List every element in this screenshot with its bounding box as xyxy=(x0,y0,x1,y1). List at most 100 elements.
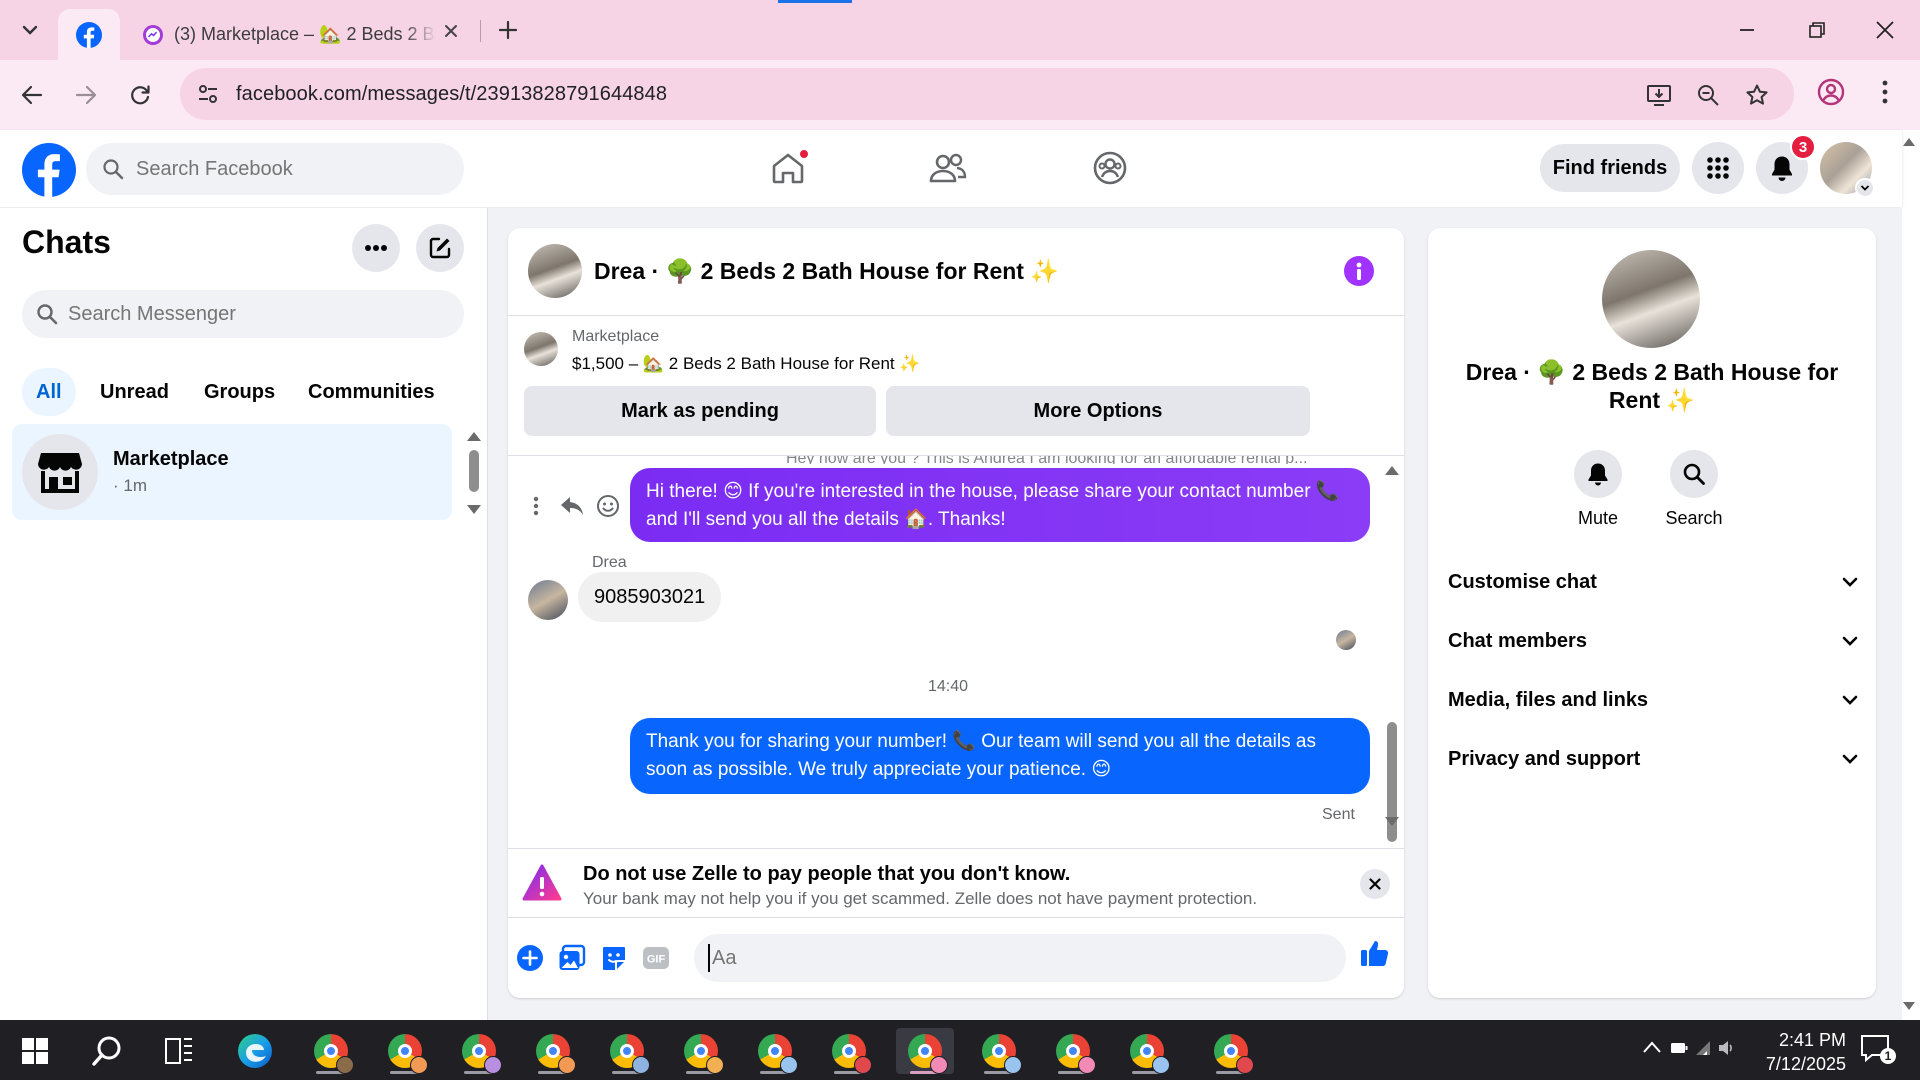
details-title: Drea · 🌳 2 Beds 2 Bath House for Rent ✨ xyxy=(1465,359,1839,413)
tab-close-button[interactable] xyxy=(440,20,462,42)
new-message-button[interactable] xyxy=(416,224,464,272)
more-actions-button[interactable] xyxy=(514,942,546,974)
zoom-button[interactable] xyxy=(1693,80,1723,110)
page-scroll-up-icon[interactable] xyxy=(1902,136,1916,148)
search-in-chat-button[interactable] xyxy=(1670,450,1718,498)
warning-close-button[interactable] xyxy=(1360,869,1390,899)
tray-clock-time[interactable]: 2:41 PM xyxy=(1756,1030,1846,1051)
start-button[interactable] xyxy=(6,1028,64,1074)
taskbar-chrome[interactable] xyxy=(1118,1028,1176,1074)
browser-menu-button[interactable] xyxy=(1870,77,1900,107)
new-tab-button[interactable] xyxy=(490,12,526,48)
section-chat-members[interactable]: Chat members xyxy=(1448,617,1858,665)
taskbar-chrome[interactable] xyxy=(450,1028,508,1074)
message-reply-button[interactable] xyxy=(554,488,590,524)
outgoing-message-bubble[interactable]: Hi there! 😊 If you're interested in the … xyxy=(630,468,1370,542)
taskbar-search-button[interactable] xyxy=(78,1028,136,1074)
conversation-title[interactable]: Drea · 🌳 2 Beds 2 Bath House for Rent ✨ xyxy=(594,258,1059,285)
taskbar-chrome[interactable] xyxy=(598,1028,656,1074)
tray-volume[interactable] xyxy=(1718,1040,1736,1056)
menu-button[interactable] xyxy=(1692,142,1744,194)
taskbar-chrome[interactable] xyxy=(1044,1028,1102,1074)
taskbar-edge[interactable] xyxy=(226,1028,284,1074)
filter-tab-all[interactable]: All xyxy=(22,368,76,416)
chats-options-button[interactable] xyxy=(352,224,400,272)
taskbar-chrome[interactable] xyxy=(970,1028,1028,1074)
taskbar-chrome[interactable] xyxy=(302,1028,360,1074)
facebook-search-input[interactable] xyxy=(136,157,436,181)
bookmark-button[interactable] xyxy=(1742,80,1772,110)
section-customise-chat[interactable]: Customise chat xyxy=(1448,558,1858,606)
incoming-message-bubble[interactable]: 9085903021 xyxy=(578,572,722,622)
minimize-button[interactable] xyxy=(1724,10,1770,50)
task-view-button[interactable] xyxy=(150,1028,208,1074)
page-scroll-down-icon[interactable] xyxy=(1902,1000,1916,1012)
taskbar-chrome[interactable] xyxy=(820,1028,878,1074)
messenger-search-box[interactable] xyxy=(22,290,464,338)
more-options-button[interactable]: More Options xyxy=(886,386,1310,436)
tray-network[interactable] xyxy=(1694,1040,1712,1056)
attach-photo-button[interactable] xyxy=(556,942,588,974)
scroll-up-icon[interactable] xyxy=(1384,464,1400,476)
notification-center-button[interactable]: 1 xyxy=(1860,1034,1896,1066)
tray-battery[interactable] xyxy=(1670,1042,1688,1054)
messenger-search-input[interactable] xyxy=(68,302,428,326)
site-info-button[interactable] xyxy=(194,80,222,108)
tray-clock-date[interactable]: 7/12/2025 xyxy=(1736,1054,1846,1075)
scroll-up-icon[interactable] xyxy=(466,430,482,442)
filter-tab-groups[interactable]: Groups xyxy=(190,368,289,416)
browser-profile-button[interactable] xyxy=(1816,77,1846,107)
filter-tab-unread[interactable]: Unread xyxy=(86,368,183,416)
taskbar-chrome-active[interactable] xyxy=(896,1028,954,1074)
message-react-button[interactable] xyxy=(590,488,626,524)
conversation-info-button[interactable] xyxy=(1344,256,1374,286)
mark-as-pending-button[interactable]: Mark as pending xyxy=(524,386,876,436)
message-input[interactable] xyxy=(708,944,1268,972)
taskbar-chrome[interactable] xyxy=(746,1028,804,1074)
mute-action[interactable]: Mute xyxy=(1562,450,1634,529)
gif-button[interactable]: GIF xyxy=(640,942,672,974)
details-avatar[interactable] xyxy=(1602,250,1700,348)
tab-search-button[interactable] xyxy=(10,10,50,50)
facebook-logo[interactable] xyxy=(22,143,76,197)
browser-tab-active[interactable] xyxy=(58,9,120,60)
section-media-files-links[interactable]: Media, files and links xyxy=(1448,676,1858,724)
taskbar-chrome[interactable] xyxy=(376,1028,434,1074)
taskbar-chrome[interactable] xyxy=(672,1028,730,1074)
mute-button[interactable] xyxy=(1574,450,1622,498)
section-privacy-support[interactable]: Privacy and support xyxy=(1448,735,1858,783)
taskbar-chrome[interactable] xyxy=(524,1028,582,1074)
back-button[interactable] xyxy=(12,75,52,115)
outgoing-message-bubble[interactable]: Thank you for sharing your number! 📞 Our… xyxy=(630,718,1370,794)
install-app-button[interactable] xyxy=(1644,80,1674,110)
listing-thumbnail[interactable] xyxy=(524,332,558,366)
conversation-avatar[interactable] xyxy=(528,244,582,298)
reload-button[interactable] xyxy=(120,75,160,115)
find-friends-button[interactable]: Find friends xyxy=(1540,144,1680,192)
listing-description[interactable]: $1,500 – 🏡 2 Beds 2 Bath House for Rent … xyxy=(572,354,921,374)
scroll-down-icon[interactable] xyxy=(1384,816,1400,828)
like-button[interactable] xyxy=(1360,938,1390,968)
address-bar[interactable]: facebook.com/messages/t/2391382879164484… xyxy=(180,68,1794,120)
filter-tab-communities[interactable]: Communities xyxy=(294,368,449,416)
close-window-button[interactable] xyxy=(1862,10,1908,50)
chats-scrollbar-thumb[interactable] xyxy=(469,450,479,492)
taskbar-chrome[interactable] xyxy=(1202,1028,1260,1074)
message-more-button[interactable] xyxy=(518,488,554,524)
chat-list-item[interactable]: Marketplace · 1m xyxy=(12,424,452,520)
forward-button[interactable] xyxy=(66,75,106,115)
show-hidden-icons-button[interactable] xyxy=(1642,1040,1662,1054)
nav-groups[interactable] xyxy=(1082,142,1138,194)
message-list[interactable]: Hey how are you ? This is Andrea I am lo… xyxy=(508,456,1404,846)
message-input-box[interactable] xyxy=(694,934,1346,982)
search-action[interactable]: Search xyxy=(1658,450,1730,529)
restore-button[interactable] xyxy=(1794,10,1840,50)
nav-friends[interactable] xyxy=(920,142,976,194)
sticker-button[interactable] xyxy=(598,942,630,974)
scroll-down-icon[interactable] xyxy=(466,504,482,516)
browser-tab-marketplace[interactable]: (3) Marketplace – 🏡 2 Beds 2 Bath House … xyxy=(128,9,468,60)
url-text[interactable]: facebook.com/messages/t/2391382879164484… xyxy=(236,83,667,106)
sender-avatar[interactable] xyxy=(528,580,568,620)
facebook-search-box[interactable] xyxy=(86,143,464,195)
account-menu-chevron[interactable] xyxy=(1855,178,1875,198)
